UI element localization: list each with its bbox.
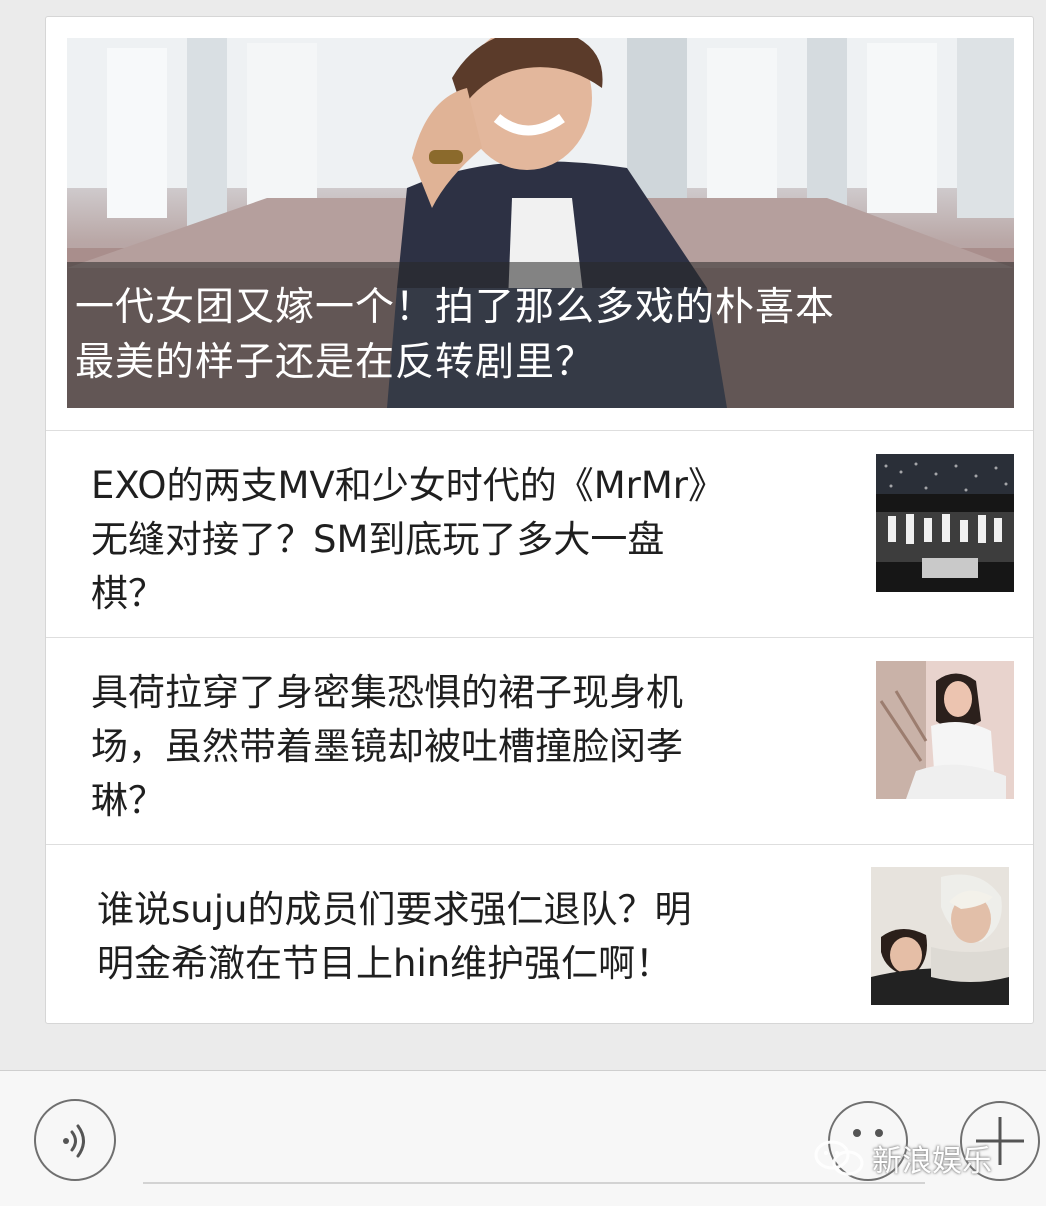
watermark: 新浪娱乐	[812, 1133, 992, 1183]
article-title-line: 棋？	[91, 572, 165, 615]
featured-article-title: 一代女团又嫁一个！拍了那么多戏的朴喜本 最美的样子还是在反转剧里？	[67, 262, 1014, 408]
article-title-line: 谁说suju的成员们要求强仁退队？明	[97, 888, 692, 931]
article-title-line: EXO的两支MV和少女时代的《MrMr》	[91, 464, 725, 507]
featured-title-line1: 一代女团又嫁一个！拍了那么多戏的朴喜本	[75, 285, 836, 330]
article-title-line: 无缝对接了？SM到底玩了多大一盘	[91, 518, 665, 561]
list-item-article-3[interactable]: 谁说suju的成员们要求强仁退队？明 明金希澈在节目上hin维护强仁啊！	[46, 844, 1033, 1024]
article-title-line: 明金希澈在节目上hin维护强仁啊！	[97, 942, 673, 985]
voice-icon	[63, 1124, 85, 1158]
article-thumbnail	[871, 867, 1009, 1005]
article-thumbnail	[876, 454, 1014, 592]
message-input[interactable]	[143, 1182, 925, 1184]
chat-input-bar: 新浪娱乐	[0, 1070, 1046, 1206]
article-title-line: 琳？	[91, 779, 165, 822]
article-title: EXO的两支MV和少女时代的《MrMr》 无缝对接了？SM到底玩了多大一盘 棋？	[91, 459, 821, 621]
news-card: 一代女团又嫁一个！拍了那么多戏的朴喜本 最美的样子还是在反转剧里？ EXO的两支…	[45, 16, 1034, 1024]
wechat-logo-icon	[814, 1140, 864, 1176]
list-item-article-1[interactable]: EXO的两支MV和少女时代的《MrMr》 无缝对接了？SM到底玩了多大一盘 棋？	[46, 430, 1033, 637]
featured-title-line2: 最美的样子还是在反转剧里？	[75, 340, 596, 385]
watermark-text: 新浪娱乐	[872, 1144, 992, 1179]
list-item-article-2[interactable]: 具荷拉穿了身密集恐惧的裙子现身机 场，虽然带着墨镜却被吐槽撞脸闵孝 琳？	[46, 637, 1033, 844]
featured-article[interactable]: 一代女团又嫁一个！拍了那么多戏的朴喜本 最美的样子还是在反转剧里？	[67, 38, 1014, 408]
article-title-line: 具荷拉穿了身密集恐惧的裙子现身机	[91, 671, 683, 714]
article-title: 具荷拉穿了身密集恐惧的裙子现身机 场，虽然带着墨镜却被吐槽撞脸闵孝 琳？	[91, 666, 821, 828]
voice-button[interactable]	[34, 1099, 116, 1181]
article-title-line: 场，虽然带着墨镜却被吐槽撞脸闵孝	[91, 725, 683, 768]
article-thumbnail	[876, 661, 1014, 799]
article-title: 谁说suju的成员们要求强仁退队？明 明金希澈在节目上hin维护强仁啊！	[97, 883, 827, 991]
